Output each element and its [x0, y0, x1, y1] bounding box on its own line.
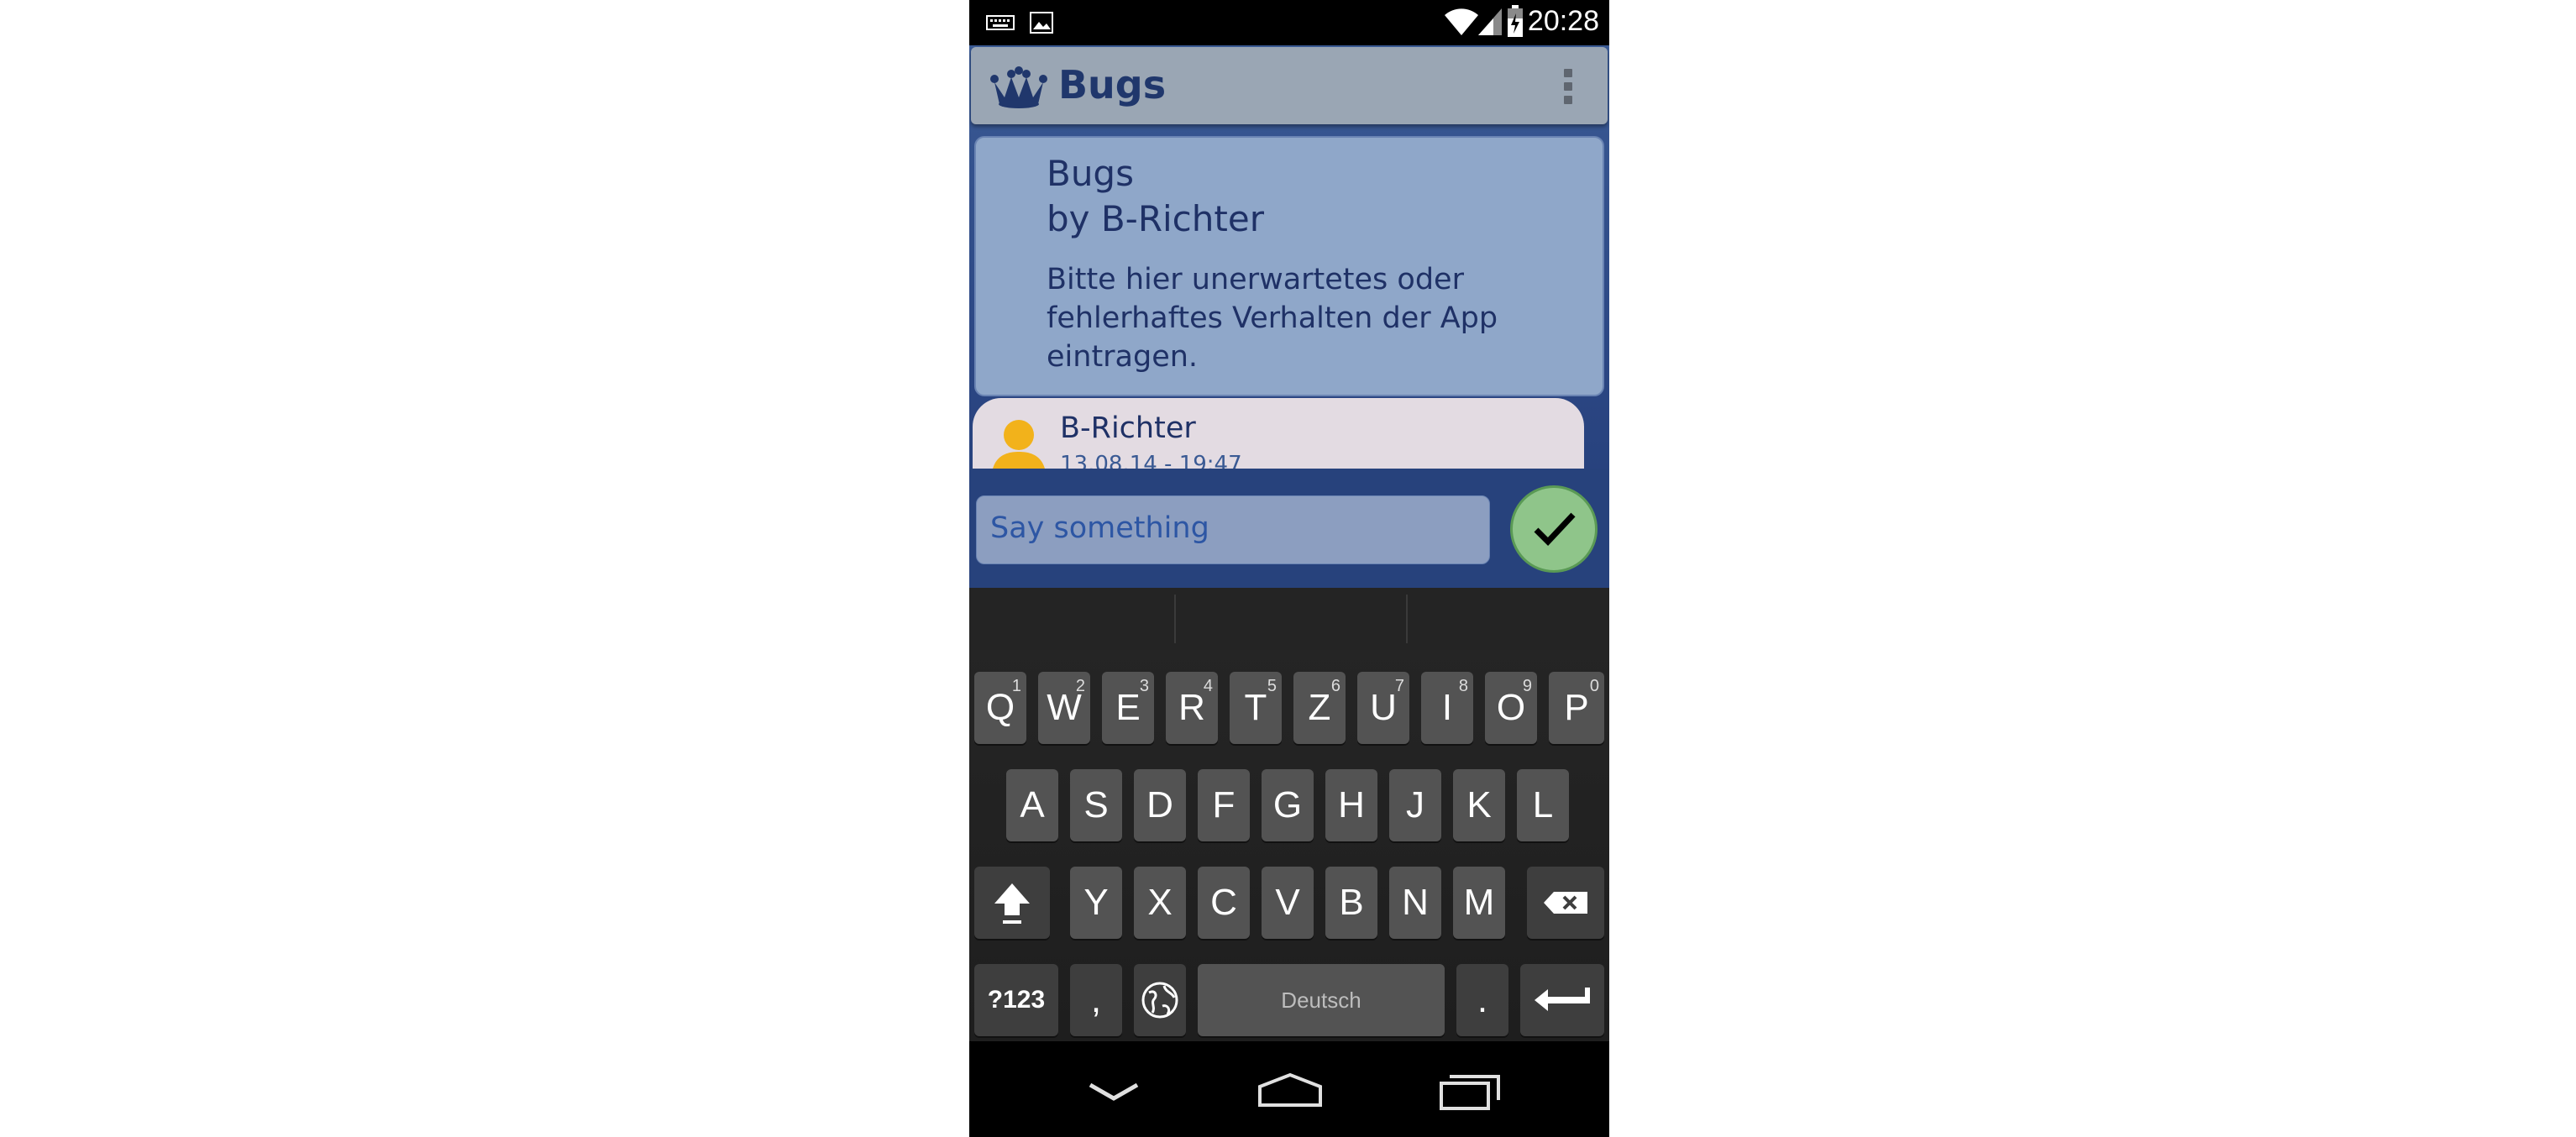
key-t[interactable]: T5 — [1230, 672, 1282, 744]
phone-screen: 20:28 Bugs Bugs by B-Richter Bitte hier … — [969, 0, 1609, 1137]
key-u[interactable]: U7 — [1357, 672, 1409, 744]
soft-keyboard: Q1 W2 E3 R4 T5 Z6 U7 I8 O9 P0 A S D F G … — [969, 588, 1609, 1041]
recent-apps-icon[interactable] — [1440, 1070, 1503, 1110]
key-h[interactable]: H — [1325, 769, 1377, 841]
key-label: Z — [1308, 687, 1331, 728]
card-subtitle: by B-Richter — [1047, 198, 1264, 239]
space-key[interactable]: Deutsch — [1198, 964, 1445, 1036]
key-label: T — [1244, 687, 1267, 728]
enter-key[interactable] — [1520, 964, 1604, 1036]
key-hint: 1 — [1011, 677, 1021, 695]
period-key[interactable]: . — [1456, 964, 1508, 1036]
status-time: 20:28 — [1527, 5, 1599, 37]
backspace-icon — [1544, 892, 1587, 914]
app-title: Bugs — [1058, 62, 1167, 107]
app-content: Bugs Bugs by B-Richter Bitte hier unerwa… — [969, 45, 1609, 588]
key-l[interactable]: L — [1517, 769, 1569, 841]
enter-icon — [1535, 988, 1590, 1011]
keyboard-icon — [986, 15, 1015, 34]
key-n[interactable]: N — [1389, 867, 1441, 939]
key-a[interactable]: A — [1006, 769, 1058, 841]
key-label: I — [1441, 687, 1453, 728]
key-label: Q — [985, 687, 1015, 728]
signal-icon — [1477, 7, 1503, 40]
key-o[interactable]: O9 — [1485, 672, 1537, 744]
battery-icon — [1507, 5, 1524, 42]
navigation-bar — [969, 1041, 1609, 1137]
send-button[interactable] — [1510, 485, 1598, 573]
back-chevron-icon[interactable] — [1087, 1080, 1141, 1102]
key-hint: 6 — [1330, 677, 1340, 695]
info-card: Bugs by B-Richter Bitte hier unerwartete… — [974, 136, 1604, 396]
checkmark-icon — [1534, 512, 1576, 547]
key-label: U — [1370, 687, 1397, 728]
key-m[interactable]: M — [1453, 867, 1505, 939]
key-hint: 9 — [1522, 677, 1532, 695]
key-j[interactable]: J — [1389, 769, 1441, 841]
key-label: E — [1115, 687, 1141, 728]
language-key[interactable] — [1134, 964, 1186, 1036]
suggestion-strip — [969, 588, 1609, 650]
key-q[interactable]: Q1 — [974, 672, 1026, 744]
key-hint: 0 — [1589, 677, 1599, 695]
backspace-key[interactable] — [1527, 867, 1604, 939]
card-title: Bugs — [1047, 153, 1134, 194]
card-description: Bitte hier unerwartetes oder fehlerhafte… — [1047, 263, 1498, 374]
key-i[interactable]: I8 — [1421, 672, 1473, 744]
key-hint: 4 — [1203, 677, 1213, 695]
overflow-menu-icon[interactable] — [1562, 69, 1574, 111]
key-c[interactable]: C — [1198, 867, 1250, 939]
crown-logo-icon[interactable] — [989, 65, 1048, 113]
key-hint: 7 — [1394, 677, 1404, 695]
home-icon[interactable] — [1257, 1072, 1324, 1108]
shift-key[interactable] — [974, 867, 1050, 939]
key-label: P — [1564, 687, 1589, 728]
key-hint: 3 — [1139, 677, 1149, 695]
key-f[interactable]: F — [1198, 769, 1250, 841]
key-e[interactable]: E3 — [1102, 672, 1154, 744]
action-bar: Bugs — [971, 47, 1608, 124]
key-p[interactable]: P0 — [1549, 672, 1604, 744]
key-k[interactable]: K — [1453, 769, 1505, 841]
key-b[interactable]: B — [1325, 867, 1377, 939]
key-z[interactable]: Z6 — [1293, 672, 1346, 744]
globe-icon — [1141, 982, 1178, 1019]
key-x[interactable]: X — [1134, 867, 1186, 939]
wifi-icon — [1443, 7, 1480, 40]
key-hint: 8 — [1458, 677, 1468, 695]
key-w[interactable]: W2 — [1038, 672, 1090, 744]
message-input[interactable]: Say something — [976, 495, 1490, 564]
symbols-key[interactable]: ?123 — [974, 964, 1058, 1036]
comma-key[interactable]: , — [1070, 964, 1122, 1036]
key-v[interactable]: V — [1262, 867, 1314, 939]
message-author: B-Richter — [1060, 411, 1196, 445]
image-icon — [1030, 12, 1053, 37]
key-r[interactable]: R4 — [1166, 672, 1218, 744]
key-hint: 5 — [1267, 677, 1277, 695]
key-label: R — [1178, 687, 1205, 728]
key-label: O — [1496, 687, 1526, 728]
shift-icon — [994, 883, 1030, 924]
key-d[interactable]: D — [1134, 769, 1186, 841]
key-g[interactable]: G — [1262, 769, 1314, 841]
key-s[interactable]: S — [1070, 769, 1122, 841]
status-bar: 20:28 — [969, 0, 1609, 45]
key-hint: 2 — [1075, 677, 1085, 695]
key-y[interactable]: Y — [1070, 867, 1122, 939]
